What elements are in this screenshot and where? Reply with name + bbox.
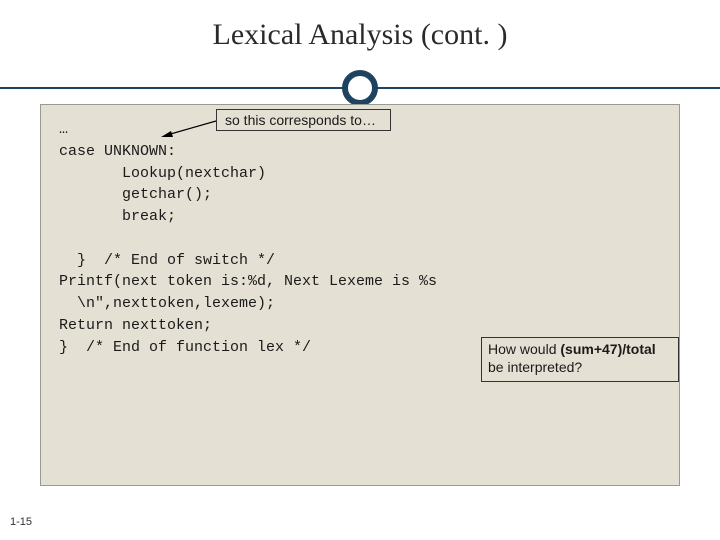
- divider-circle-icon: [342, 70, 378, 106]
- code-line: Printf(next token is:%d, Next Lexeme is …: [59, 273, 437, 290]
- code-line: case UNKNOWN:: [59, 143, 176, 160]
- page-number: 1-15: [10, 516, 32, 528]
- code-line: …: [59, 121, 68, 138]
- code-block: … case UNKNOWN: Lookup(nextchar) getchar…: [59, 119, 661, 358]
- slide-title: Lexical Analysis (cont. ): [0, 18, 720, 52]
- code-line: getchar();: [59, 186, 212, 203]
- code-line: Lookup(nextchar): [59, 165, 266, 182]
- code-line: break;: [59, 208, 176, 225]
- code-line: } /* End of function lex */: [59, 339, 311, 356]
- title-area: Lexical Analysis (cont. ): [0, 0, 720, 52]
- callout2-prefix: How would: [488, 341, 560, 357]
- code-line: Return nexttoken;: [59, 317, 212, 334]
- callout2-expression: (sum+47)/total: [560, 341, 655, 357]
- code-line: \n",nexttoken,lexeme);: [59, 295, 275, 312]
- callout-interpretation-question: How would (sum+47)/total be interpreted?: [481, 337, 679, 382]
- divider: [0, 70, 720, 106]
- callout2-suffix: be interpreted?: [488, 359, 582, 375]
- code-line: } /* End of switch */: [59, 252, 275, 269]
- content-panel: so this corresponds to… … case UNKNOWN: …: [40, 104, 680, 486]
